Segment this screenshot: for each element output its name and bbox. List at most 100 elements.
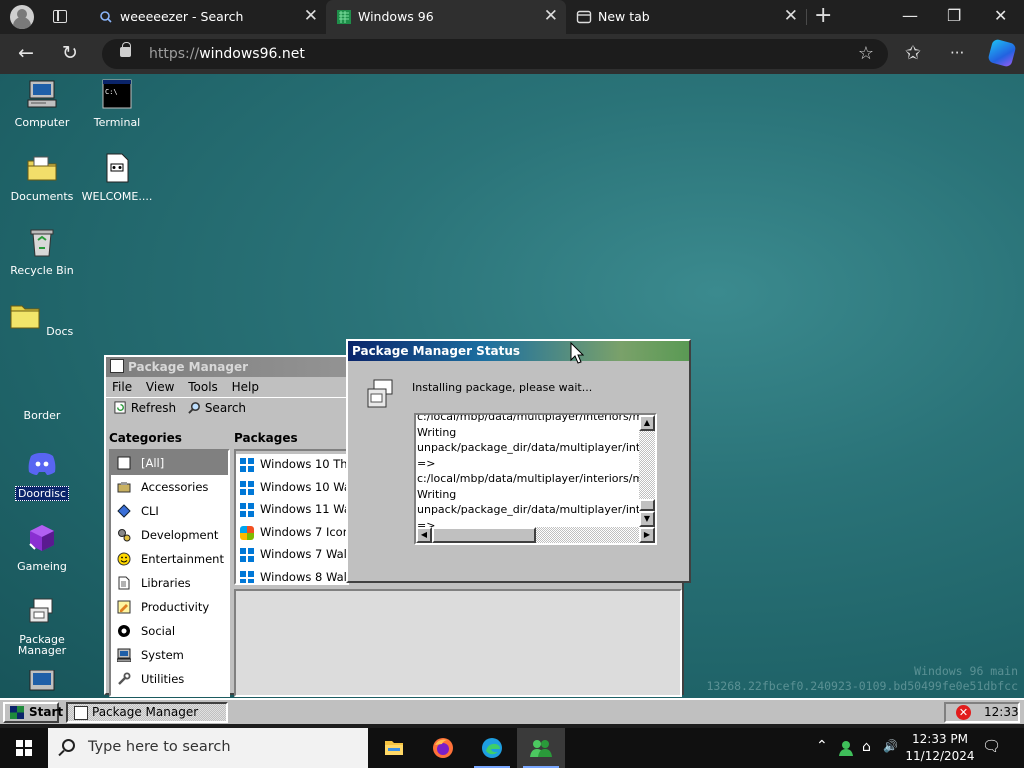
minimize-button[interactable]: — <box>902 6 918 26</box>
taskbar-windows96-app[interactable] <box>517 728 565 768</box>
taskbar-clock[interactable]: 12:33 PM 11/12/2024 <box>900 731 980 765</box>
category-item[interactable]: Social <box>111 619 228 643</box>
search-button[interactable]: Search <box>184 398 250 418</box>
menu-tools[interactable]: Tools <box>188 380 218 394</box>
categories-list[interactable]: [All] Accessories CLI Development Entert… <box>109 449 230 697</box>
category-item[interactable]: Accessories <box>111 475 228 499</box>
desktop-icon-label: Doordisc <box>14 486 70 501</box>
category-item[interactable]: [All] <box>111 451 228 475</box>
taskbar-edge[interactable] <box>468 728 516 768</box>
category-item[interactable]: Utilities <box>111 667 228 691</box>
win96-logo-icon <box>10 706 24 719</box>
category-item[interactable]: Entertainment <box>111 547 228 571</box>
scroll-up-button[interactable]: ▲ <box>639 415 655 431</box>
taskbar-firefox[interactable] <box>419 728 467 768</box>
notification-center-icon[interactable]: 🗨 <box>982 737 1001 755</box>
tab-search[interactable]: weeeeezer - Search ✕ <box>88 0 326 34</box>
desktop-icon-border[interactable]: Border <box>4 374 80 422</box>
tab-windows96[interactable]: Windows 96 ✕ <box>326 0 566 34</box>
accessories-icon <box>117 482 131 493</box>
scroll-thumb[interactable] <box>432 527 536 543</box>
vertical-scrollbar[interactable]: ▲ ▼ <box>639 415 655 527</box>
new-tab-button[interactable]: + <box>814 4 832 28</box>
volume-icon[interactable]: 🔊 <box>883 739 898 753</box>
menu-help[interactable]: Help <box>232 380 259 394</box>
text-file-icon <box>106 153 129 183</box>
scroll-right-button[interactable]: ▶ <box>639 527 655 543</box>
network-icon[interactable]: ⌂ <box>862 739 871 755</box>
package-status-dialog[interactable]: Package Manager Status Installing packag… <box>346 339 691 583</box>
show-hidden-icons[interactable]: ⌃ <box>816 738 828 754</box>
scroll-thumb[interactable] <box>639 499 655 511</box>
desktop-icon-gameing[interactable]: Gameing <box>4 522 80 573</box>
refresh-button[interactable]: ↻ <box>62 42 78 64</box>
package-item[interactable]: Windows 10 Theme <box>236 453 347 476</box>
refresh-icon <box>114 401 126 414</box>
install-log[interactable]: c:/local/mbp/data/multiplayer/interiors/… <box>414 413 657 545</box>
packages-list[interactable]: Windows 10 Theme Windows 10 Wallp Window… <box>234 449 349 585</box>
tab-close-button[interactable]: ✕ <box>784 6 798 26</box>
package-item[interactable]: Windows 11 Wallpa <box>236 498 347 521</box>
back-button[interactable]: ← <box>18 42 34 64</box>
desktop-icon-doordisc[interactable]: Doordisc <box>4 448 80 501</box>
clock-time: 12:33 PM <box>912 732 968 746</box>
favorite-star-icon[interactable]: ☆ <box>858 43 874 64</box>
desktop-icon-terminal[interactable]: C:\ Terminal <box>79 78 155 129</box>
dialog-titlebar[interactable]: Package Manager Status <box>348 341 689 361</box>
sidebar-toggle-icon[interactable] <box>53 10 67 23</box>
refresh-button[interactable]: Refresh <box>110 398 180 418</box>
copilot-icon[interactable] <box>987 38 1017 68</box>
category-item[interactable]: Productivity <box>111 595 228 619</box>
desktop-icon-label: Border <box>23 409 61 422</box>
category-item[interactable]: Libraries <box>111 571 228 595</box>
win96-taskbar: Start Package Manager ✕ 12:33 <box>0 698 1024 724</box>
package-item[interactable]: Windows 8 Wallpa <box>236 566 347 583</box>
desktop-icon-recycle-bin[interactable]: Recycle Bin <box>4 226 80 277</box>
address-bar[interactable]: https://windows96.net ☆ <box>102 39 888 69</box>
desktop-icon-welcome[interactable]: WELCOME.... <box>79 152 155 203</box>
desktop-icon-label: WELCOME.... <box>81 190 153 203</box>
tab-close-button[interactable]: ✕ <box>544 6 558 26</box>
productivity-icon <box>117 600 131 614</box>
log-line: unpack/package_dir/data/multiplayer/inte… <box>417 503 655 516</box>
windows-logo-icon <box>240 548 254 562</box>
menu-view[interactable]: View <box>146 380 174 394</box>
package-item[interactable]: Windows 7 Wallpa <box>236 543 347 566</box>
start-button[interactable]: Start <box>3 702 63 723</box>
category-item[interactable]: CLI <box>111 499 228 523</box>
desktop-icon-documents[interactable]: Documents <box>4 152 80 203</box>
package-item[interactable]: Windows 10 Wallp <box>236 476 347 499</box>
status-message: Installing package, please wait... <box>412 381 593 394</box>
horizontal-scrollbar[interactable]: ◀ ▶ <box>416 527 655 543</box>
scroll-left-button[interactable]: ◀ <box>416 527 432 543</box>
category-item[interactable]: Development <box>111 523 228 547</box>
computer-icon <box>29 669 55 691</box>
tab-close-button[interactable]: ✕ <box>304 6 318 26</box>
close-window-button[interactable]: ✕ <box>994 6 1007 26</box>
taskbar-item-package-manager[interactable]: Package Manager <box>66 702 228 723</box>
development-icon <box>118 529 131 542</box>
error-icon[interactable]: ✕ <box>956 705 971 720</box>
favorites-icon[interactable]: ✩ <box>905 42 921 64</box>
newtab-icon <box>576 10 592 24</box>
restore-button[interactable]: ❐ <box>947 6 961 26</box>
menu-file[interactable]: File <box>112 380 132 394</box>
desktop-icon-computer-2[interactable] <box>4 669 80 698</box>
desktop-icon-label: Docs <box>46 325 74 338</box>
taskbar-search-box[interactable]: Type here to search <box>48 728 368 768</box>
desktop-icon-package-manager[interactable]: Package Manager <box>4 596 80 657</box>
tab-new-tab[interactable]: New tab ✕ <box>566 0 806 34</box>
more-menu-button[interactable]: ··· <box>950 42 964 64</box>
url-text[interactable]: https://windows96.net <box>149 46 305 62</box>
scroll-down-button[interactable]: ▼ <box>639 511 655 527</box>
lock-icon[interactable] <box>120 42 131 57</box>
category-item[interactable]: System <box>111 643 228 667</box>
profile-avatar[interactable] <box>10 5 34 29</box>
windows-start-icon[interactable] <box>16 740 32 756</box>
taskbar-file-explorer[interactable] <box>370 728 418 768</box>
user-tray-icon[interactable] <box>838 739 856 757</box>
desktop-icon-docs[interactable]: Docs <box>4 300 80 338</box>
log-line: c:/local/mbp/data/multiplayer/interiors/… <box>417 413 657 423</box>
desktop-icon-computer[interactable]: Computer <box>4 78 80 129</box>
package-item[interactable]: Windows 7 Icons (u <box>236 521 347 544</box>
